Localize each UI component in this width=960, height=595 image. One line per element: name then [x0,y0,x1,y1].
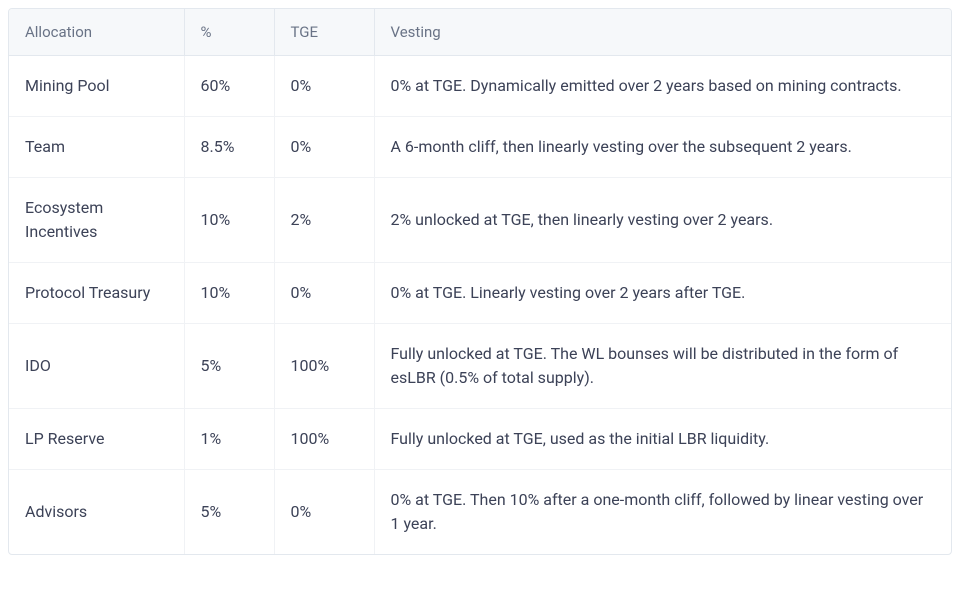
cell-allocation: Team [9,117,184,178]
cell-percent: 5% [184,470,274,555]
cell-vesting: Fully unlocked at TGE. The WL bounses wi… [374,324,951,409]
table-row: Protocol Treasury 10% 0% 0% at TGE. Line… [9,263,951,324]
table-row: IDO 5% 100% Fully unlocked at TGE. The W… [9,324,951,409]
cell-allocation: LP Reserve [9,409,184,470]
header-vesting: Vesting [374,9,951,56]
table-row: Mining Pool 60% 0% 0% at TGE. Dynamicall… [9,56,951,117]
table-header-row: Allocation % TGE Vesting [9,9,951,56]
cell-vesting: 0% at TGE. Then 10% after a one-month cl… [374,470,951,555]
cell-percent: 60% [184,56,274,117]
table-body: Mining Pool 60% 0% 0% at TGE. Dynamicall… [9,56,951,555]
cell-allocation: Advisors [9,470,184,555]
header-tge: TGE [274,9,374,56]
table-row: Team 8.5% 0% A 6-month cliff, then linea… [9,117,951,178]
cell-vesting: 0% at TGE. Linearly vesting over 2 years… [374,263,951,324]
cell-allocation: Mining Pool [9,56,184,117]
table-header: Allocation % TGE Vesting [9,9,951,56]
cell-percent: 8.5% [184,117,274,178]
cell-tge: 0% [274,263,374,324]
allocation-table: Allocation % TGE Vesting Mining Pool 60%… [8,8,952,555]
cell-percent: 10% [184,263,274,324]
cell-vesting: 0% at TGE. Dynamically emitted over 2 ye… [374,56,951,117]
cell-tge: 100% [274,324,374,409]
cell-percent: 1% [184,409,274,470]
header-percent: % [184,9,274,56]
cell-vesting: A 6-month cliff, then linearly vesting o… [374,117,951,178]
cell-tge: 0% [274,470,374,555]
table-row: Advisors 5% 0% 0% at TGE. Then 10% after… [9,470,951,555]
cell-tge: 0% [274,117,374,178]
header-allocation: Allocation [9,9,184,56]
cell-percent: 10% [184,178,274,263]
cell-tge: 2% [274,178,374,263]
cell-tge: 100% [274,409,374,470]
table: Allocation % TGE Vesting Mining Pool 60%… [9,9,951,554]
cell-allocation: IDO [9,324,184,409]
cell-tge: 0% [274,56,374,117]
table-row: Ecosystem Incentives 10% 2% 2% unlocked … [9,178,951,263]
cell-vesting: 2% unlocked at TGE, then linearly vestin… [374,178,951,263]
cell-percent: 5% [184,324,274,409]
cell-allocation: Ecosystem Incentives [9,178,184,263]
cell-vesting: Fully unlocked at TGE, used as the initi… [374,409,951,470]
table-row: LP Reserve 1% 100% Fully unlocked at TGE… [9,409,951,470]
cell-allocation: Protocol Treasury [9,263,184,324]
